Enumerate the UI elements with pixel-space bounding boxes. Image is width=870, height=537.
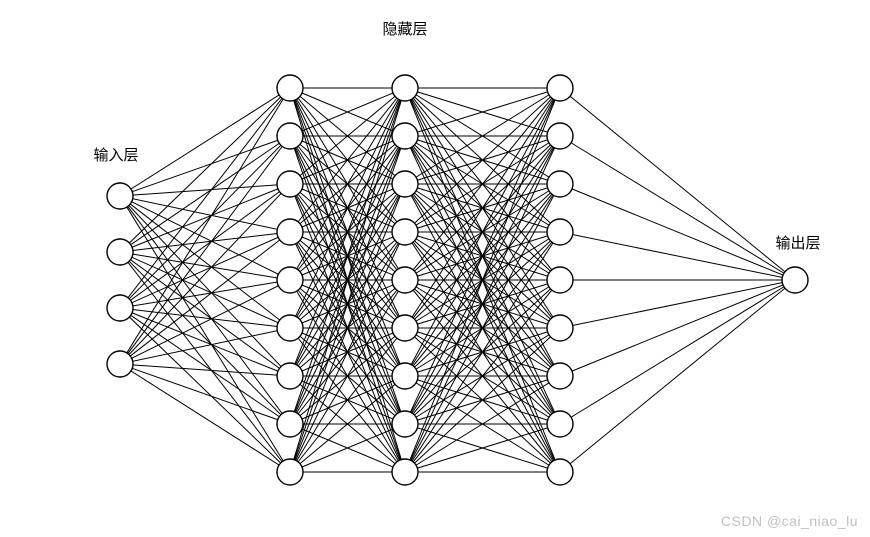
hidden2-node-8: [392, 459, 418, 485]
hidden1-node-6: [277, 363, 303, 389]
edge: [120, 196, 290, 472]
hidden-layer-label: 隐藏层: [382, 21, 427, 38]
hidden2-node-2: [392, 171, 418, 197]
input-node-0: [107, 183, 133, 209]
hidden3-node-7: [547, 411, 573, 437]
hidden1-node-0: [277, 75, 303, 101]
hidden2-node-0: [392, 75, 418, 101]
edge: [120, 232, 290, 364]
hidden1-node-2: [277, 171, 303, 197]
hidden3-node-2: [547, 171, 573, 197]
edge: [120, 364, 290, 424]
input-node-2: [107, 295, 133, 321]
edge: [560, 232, 795, 280]
hidden3-node-3: [547, 219, 573, 245]
hidden1-node-1: [277, 123, 303, 149]
edge: [120, 88, 290, 196]
output-layer-label: 输出层: [775, 235, 820, 252]
edge: [120, 252, 290, 424]
edge: [560, 280, 795, 328]
hidden3-node-1: [547, 123, 573, 149]
edge: [120, 196, 290, 376]
edge: [120, 88, 290, 308]
hidden2-node-7: [392, 411, 418, 437]
hidden3-node-0: [547, 75, 573, 101]
hidden1-node-3: [277, 219, 303, 245]
hidden2-node-5: [392, 315, 418, 341]
input-node-3: [107, 351, 133, 377]
hidden3-node-5: [547, 315, 573, 341]
edge: [560, 136, 795, 280]
hidden1-node-4: [277, 267, 303, 293]
hidden3-node-4: [547, 267, 573, 293]
hidden2-node-6: [392, 363, 418, 389]
output-node-0: [782, 267, 808, 293]
hidden3-node-8: [547, 459, 573, 485]
input-node-1: [107, 239, 133, 265]
input-layer-label: 输入层: [93, 147, 138, 164]
edge: [560, 88, 795, 280]
edge: [560, 280, 795, 424]
neural-network-diagram: 输入层 隐藏层 输出层: [0, 0, 870, 537]
edge: [120, 196, 290, 328]
edge: [560, 280, 795, 472]
edge: [120, 136, 290, 196]
hidden1-node-5: [277, 315, 303, 341]
edge: [120, 136, 290, 308]
edge: [120, 252, 290, 376]
hidden3-node-6: [547, 363, 573, 389]
edge: [560, 184, 795, 280]
edges-group: [120, 88, 795, 472]
hidden2-node-1: [392, 123, 418, 149]
edge: [120, 364, 290, 472]
edge: [560, 280, 795, 376]
hidden2-node-4: [392, 267, 418, 293]
hidden2-node-3: [392, 219, 418, 245]
edge: [120, 88, 290, 364]
edge: [120, 184, 290, 308]
edge: [120, 184, 290, 364]
hidden1-node-7: [277, 411, 303, 437]
edge: [120, 252, 290, 472]
hidden1-node-8: [277, 459, 303, 485]
